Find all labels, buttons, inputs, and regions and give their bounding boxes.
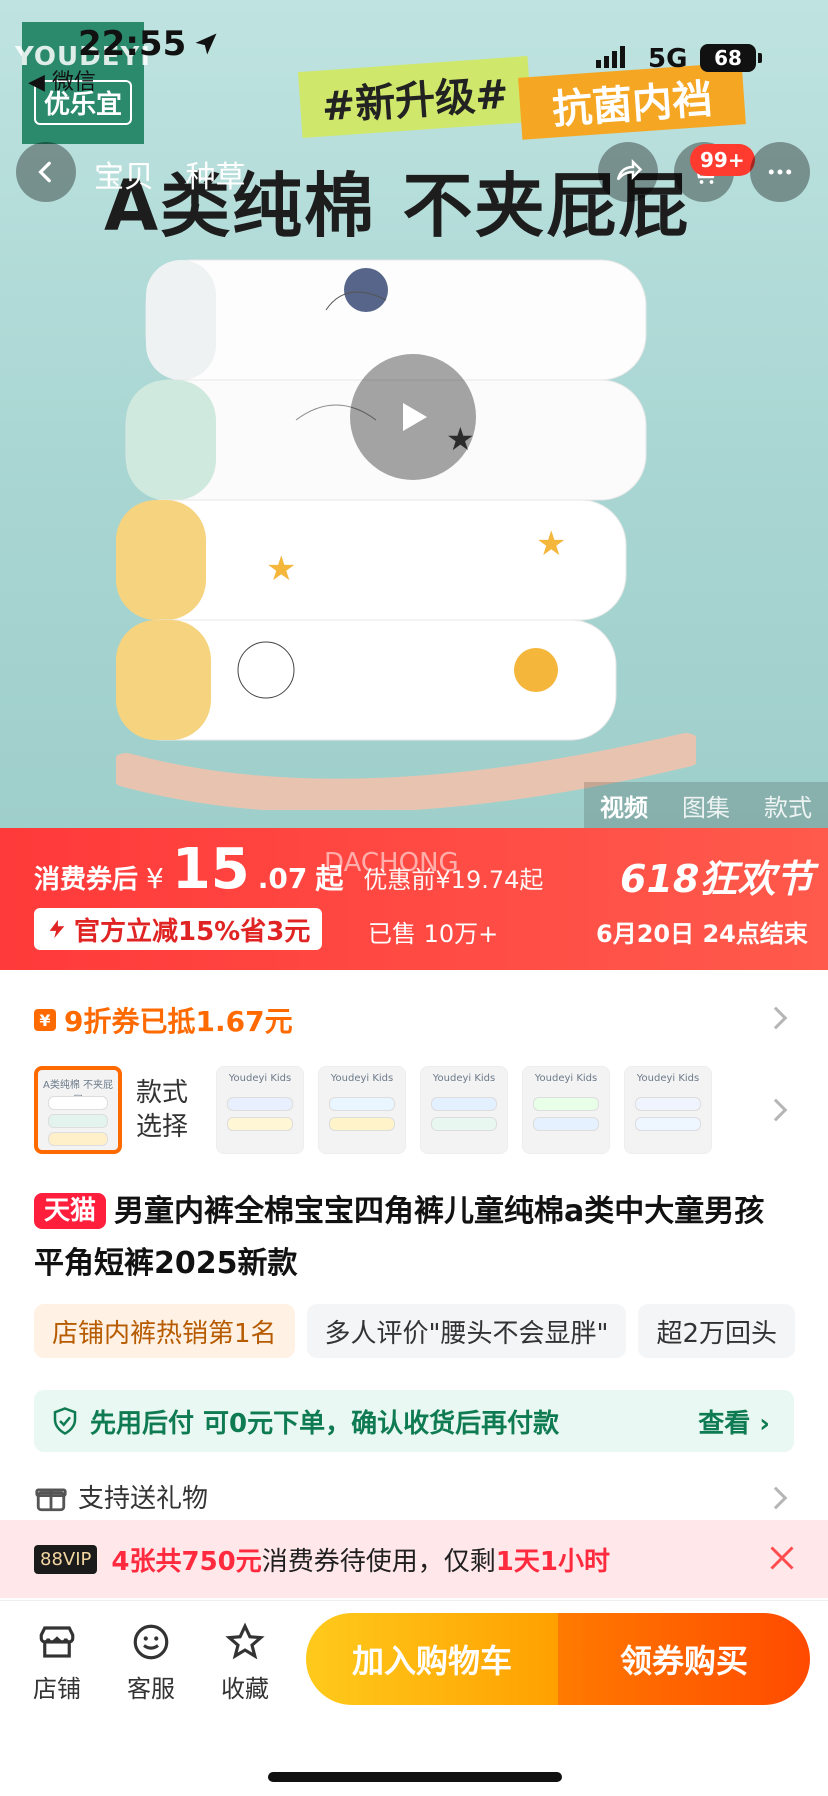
- favorite-button[interactable]: 收藏: [204, 1621, 286, 1704]
- gift-icon: [35, 1488, 67, 1511]
- price-integer: 15: [171, 837, 250, 902]
- promo-end-time: 6月20日 24点结束: [596, 920, 808, 948]
- store-button[interactable]: 店铺: [16, 1621, 98, 1704]
- more-button[interactable]: [750, 142, 810, 202]
- thumb-brand: Youdeyi Kids: [636, 1073, 700, 1084]
- style-thumb[interactable]: Youdeyi Kids: [420, 1066, 508, 1154]
- style-selector-label: 款式选择: [136, 1078, 189, 1142]
- more-icon: [768, 169, 792, 175]
- status-time: 22:55: [78, 24, 187, 64]
- style-selector: A类纯棉 不夹屁屁 款式选择 Youdeyi Kids Youdeyi Kids…: [34, 1066, 712, 1154]
- price-bar: 消费券后 ¥ 15 .07 起 优惠前¥19.74起 DACHONG 618狂欢…: [0, 828, 828, 970]
- battery-indicator: 68: [700, 44, 762, 72]
- play-video-button[interactable]: [350, 354, 476, 480]
- coupon-text: 9折券已抵1.67元: [64, 1005, 293, 1038]
- top-nav-tabs: 宝贝 种草: [94, 152, 268, 196]
- price-row: 消费券后 ¥ 15 .07 起 优惠前¥19.74起: [34, 842, 543, 898]
- buy-with-coupon-button[interactable]: 领券购买: [558, 1613, 810, 1705]
- pay-later-banner[interactable]: 先用后付 可0元下单，确认收货后再付款 查看 ›: [34, 1390, 794, 1452]
- chevron-left-icon: [38, 161, 51, 183]
- home-indicator: [268, 1772, 562, 1782]
- festival-label: 618狂欢节: [620, 857, 814, 901]
- gift-text: 支持送礼物: [78, 1484, 209, 1514]
- back-to-wechat[interactable]: ◀ 微信: [28, 64, 96, 96]
- style-thumb[interactable]: Youdeyi Kids: [318, 1066, 406, 1154]
- shield-check-icon: [53, 1407, 77, 1435]
- official-discount-chip: 官方立减15%省3元: [34, 908, 323, 950]
- media-tab-styles[interactable]: 款式: [764, 788, 812, 823]
- thumb-brand: Youdeyi Kids: [228, 1073, 292, 1084]
- tag-repurchase[interactable]: 超2万回头: [638, 1304, 796, 1358]
- product-title: 天猫 男童内裤全棉宝宝四角裤儿童纯棉a类中大童男孩平角短裤2025新款: [34, 1186, 794, 1290]
- price-decimal: .07: [257, 862, 308, 895]
- pay-later-view-link[interactable]: 查看 ›: [698, 1403, 770, 1440]
- status-bar: 22:55 ◀ 微信 5G 68: [0, 0, 828, 100]
- svg-text:★: ★: [266, 549, 296, 589]
- tag-review[interactable]: 多人评价"腰头不会显胖": [306, 1304, 627, 1358]
- official-discount-text: 官方立减15%省3元: [74, 916, 311, 947]
- close-icon[interactable]: [764, 1540, 800, 1576]
- product-image: ★ ★ ★: [116, 259, 696, 810]
- gift-chevron-icon[interactable]: [764, 1486, 788, 1510]
- cta-group: 加入购物车 领券购买: [306, 1613, 810, 1705]
- style-thumb-selected[interactable]: A类纯棉 不夹屁屁: [34, 1066, 122, 1154]
- style-thumb[interactable]: Youdeyi Kids: [624, 1066, 712, 1154]
- bottom-action-bar: 店铺 客服 收藏 加入购物车 领券购买: [0, 1600, 828, 1760]
- customer-service-button[interactable]: 客服: [110, 1621, 192, 1704]
- product-title-text: 男童内裤全棉宝宝四角裤儿童纯棉a类中大童男孩平角短裤2025新款: [34, 1194, 765, 1281]
- product-hero: YOUDEYI 优乐宜 #新升级# 抗菌内裆 A类纯棉 不夹屁屁 ★ ★ ★ 视…: [0, 0, 828, 828]
- cart-count-badge: 99+: [690, 144, 755, 176]
- star-icon: [225, 1622, 265, 1660]
- vip-coupon-middle: 消费券待使用，仅剩: [261, 1546, 496, 1577]
- gift-row[interactable]: 支持送礼物: [34, 1478, 208, 1515]
- coupon-row[interactable]: ¥ 9折券已抵1.67元: [34, 1000, 293, 1040]
- network-type: 5G: [648, 44, 688, 74]
- store-icon: [39, 1626, 75, 1658]
- media-tab-gallery[interactable]: 图集: [682, 788, 730, 823]
- location-arrow-icon: [195, 33, 217, 55]
- coupon-chevron-icon[interactable]: [764, 1006, 788, 1030]
- sold-count: 已售 10万+: [368, 920, 499, 948]
- tab-zhongcao[interactable]: 种草: [186, 160, 246, 195]
- smiley-icon: [133, 1624, 169, 1660]
- vip-coupon-banner[interactable]: 88VIP 4张共750元 消费券待使用，仅剩 1天1小时: [0, 1520, 828, 1598]
- service-label: 客服: [127, 1675, 175, 1703]
- favorite-label: 收藏: [221, 1675, 269, 1703]
- vip-coupon-count: 4张共750元: [111, 1546, 262, 1577]
- tag-row: 店铺内裤热销第1名 多人评价"腰头不会显胖" 超2万回头: [34, 1304, 796, 1358]
- vip-badge: 88VIP: [34, 1544, 98, 1574]
- play-icon: [403, 403, 427, 431]
- price-currency: ¥: [146, 862, 164, 895]
- thumb-brand: Youdeyi Kids: [432, 1073, 496, 1084]
- thumb-brand: Youdeyi Kids: [330, 1073, 394, 1084]
- svg-text:★: ★: [536, 524, 566, 564]
- watermark-text: DACHONG: [324, 848, 459, 878]
- tab-item-detail[interactable]: 宝贝: [94, 160, 154, 195]
- share-icon: [616, 158, 643, 181]
- lightning-icon: [49, 919, 65, 939]
- add-to-cart-button[interactable]: 加入购物车: [306, 1613, 558, 1705]
- signal-icon: [596, 46, 625, 68]
- coupon-icon: ¥: [34, 1009, 56, 1031]
- share-button[interactable]: [598, 142, 658, 202]
- vip-time-left: 1天1小时: [495, 1546, 610, 1577]
- style-thumb[interactable]: Youdeyi Kids: [216, 1066, 304, 1154]
- style-selector-chevron-icon[interactable]: [764, 1098, 788, 1122]
- store-label: 店铺: [33, 1675, 81, 1703]
- after-coupon-label: 消费券后: [34, 865, 139, 895]
- media-tabs: 视频 图集 款式: [584, 782, 828, 828]
- tag-hot-sale[interactable]: 店铺内裤热销第1名: [34, 1304, 295, 1358]
- media-tab-video[interactable]: 视频: [600, 788, 648, 823]
- tmall-badge: 天猫: [34, 1193, 107, 1229]
- style-thumb[interactable]: Youdeyi Kids: [522, 1066, 610, 1154]
- thumb-brand: Youdeyi Kids: [534, 1073, 598, 1084]
- back-button[interactable]: [16, 142, 76, 202]
- pay-later-text: 先用后付 可0元下单，确认收货后再付款: [90, 1408, 560, 1439]
